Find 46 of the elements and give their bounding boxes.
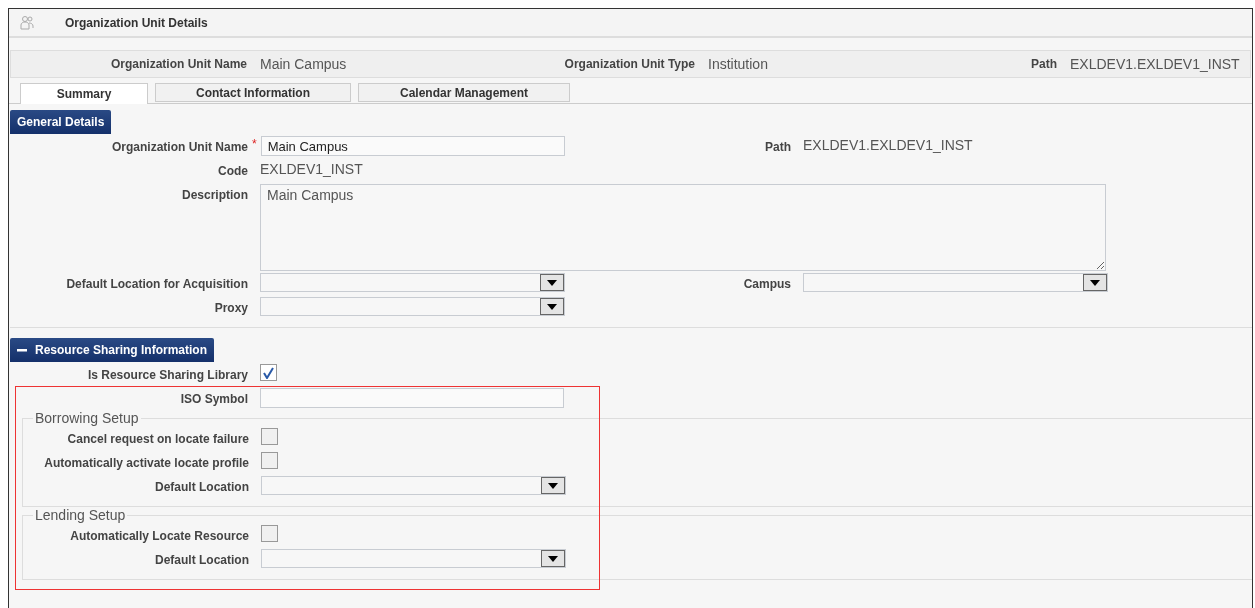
- summary-label: Organization Unit Type: [563, 57, 695, 71]
- section-header[interactable]: Resource Sharing Information: [10, 338, 215, 362]
- checkmark-icon: [263, 366, 274, 379]
- dropdown-field[interactable]: [260, 273, 565, 292]
- field-label: Cancel request on locate failure: [66, 431, 249, 448]
- dropdown-field[interactable]: [261, 549, 566, 568]
- field-label: Is Resource Sharing Library: [86, 367, 248, 384]
- field-value: EXLDEV1_INST: [260, 160, 363, 177]
- field-label: Path: [764, 139, 791, 156]
- field-label: Default Location: [154, 479, 249, 496]
- dropdown-field[interactable]: [260, 297, 565, 316]
- group-legend: Lending Setup: [33, 507, 128, 523]
- description-field[interactable]: Main Campus: [260, 184, 1106, 271]
- tab[interactable]: Calendar Management: [358, 83, 570, 102]
- field-label: Default Location for Acquisition: [65, 276, 248, 293]
- window-title: Organization Unit Details: [65, 15, 208, 30]
- field-label: Proxy: [213, 300, 248, 317]
- checkbox[interactable]: [260, 364, 277, 381]
- field-label: ISO Symbol: [179, 391, 248, 408]
- field-label: Automatically activate locate profile: [43, 455, 249, 472]
- text-field[interactable]: Main Campus: [260, 136, 565, 156]
- dropdown-field[interactable]: [803, 273, 1108, 292]
- field-label: Organization Unit Name: [111, 139, 248, 156]
- field-value: EXLDEV1.EXLDEV1_INST: [803, 136, 973, 153]
- checkbox[interactable]: [261, 428, 278, 445]
- section-title: General Details: [17, 115, 105, 129]
- tab[interactable]: Contact Information: [155, 83, 351, 102]
- text-field[interactable]: [260, 388, 564, 408]
- summary-label: Organization Unit Name: [110, 57, 247, 71]
- summary-value: EXLDEV1.EXLDEV1_INST: [1070, 56, 1241, 72]
- summary-value: Main Campus: [260, 56, 348, 72]
- section-title: Resource Sharing Information: [35, 343, 208, 357]
- field-label: Code: [217, 163, 248, 180]
- summary-value: Institution: [708, 56, 769, 72]
- field-label: Description: [181, 187, 248, 204]
- group-legend: Borrowing Setup: [33, 410, 141, 426]
- dropdown-field[interactable]: [261, 476, 566, 495]
- field-label: Default Location: [154, 552, 249, 569]
- field-label: Campus: [742, 276, 791, 293]
- people-icon: [19, 14, 35, 31]
- checkbox[interactable]: [261, 452, 278, 469]
- tab[interactable]: Summary: [20, 83, 148, 104]
- summary-label: Path: [1030, 57, 1057, 71]
- field-label: Automatically Locate Resource: [69, 528, 249, 545]
- required-mark: *: [252, 136, 257, 151]
- checkbox[interactable]: [261, 525, 278, 542]
